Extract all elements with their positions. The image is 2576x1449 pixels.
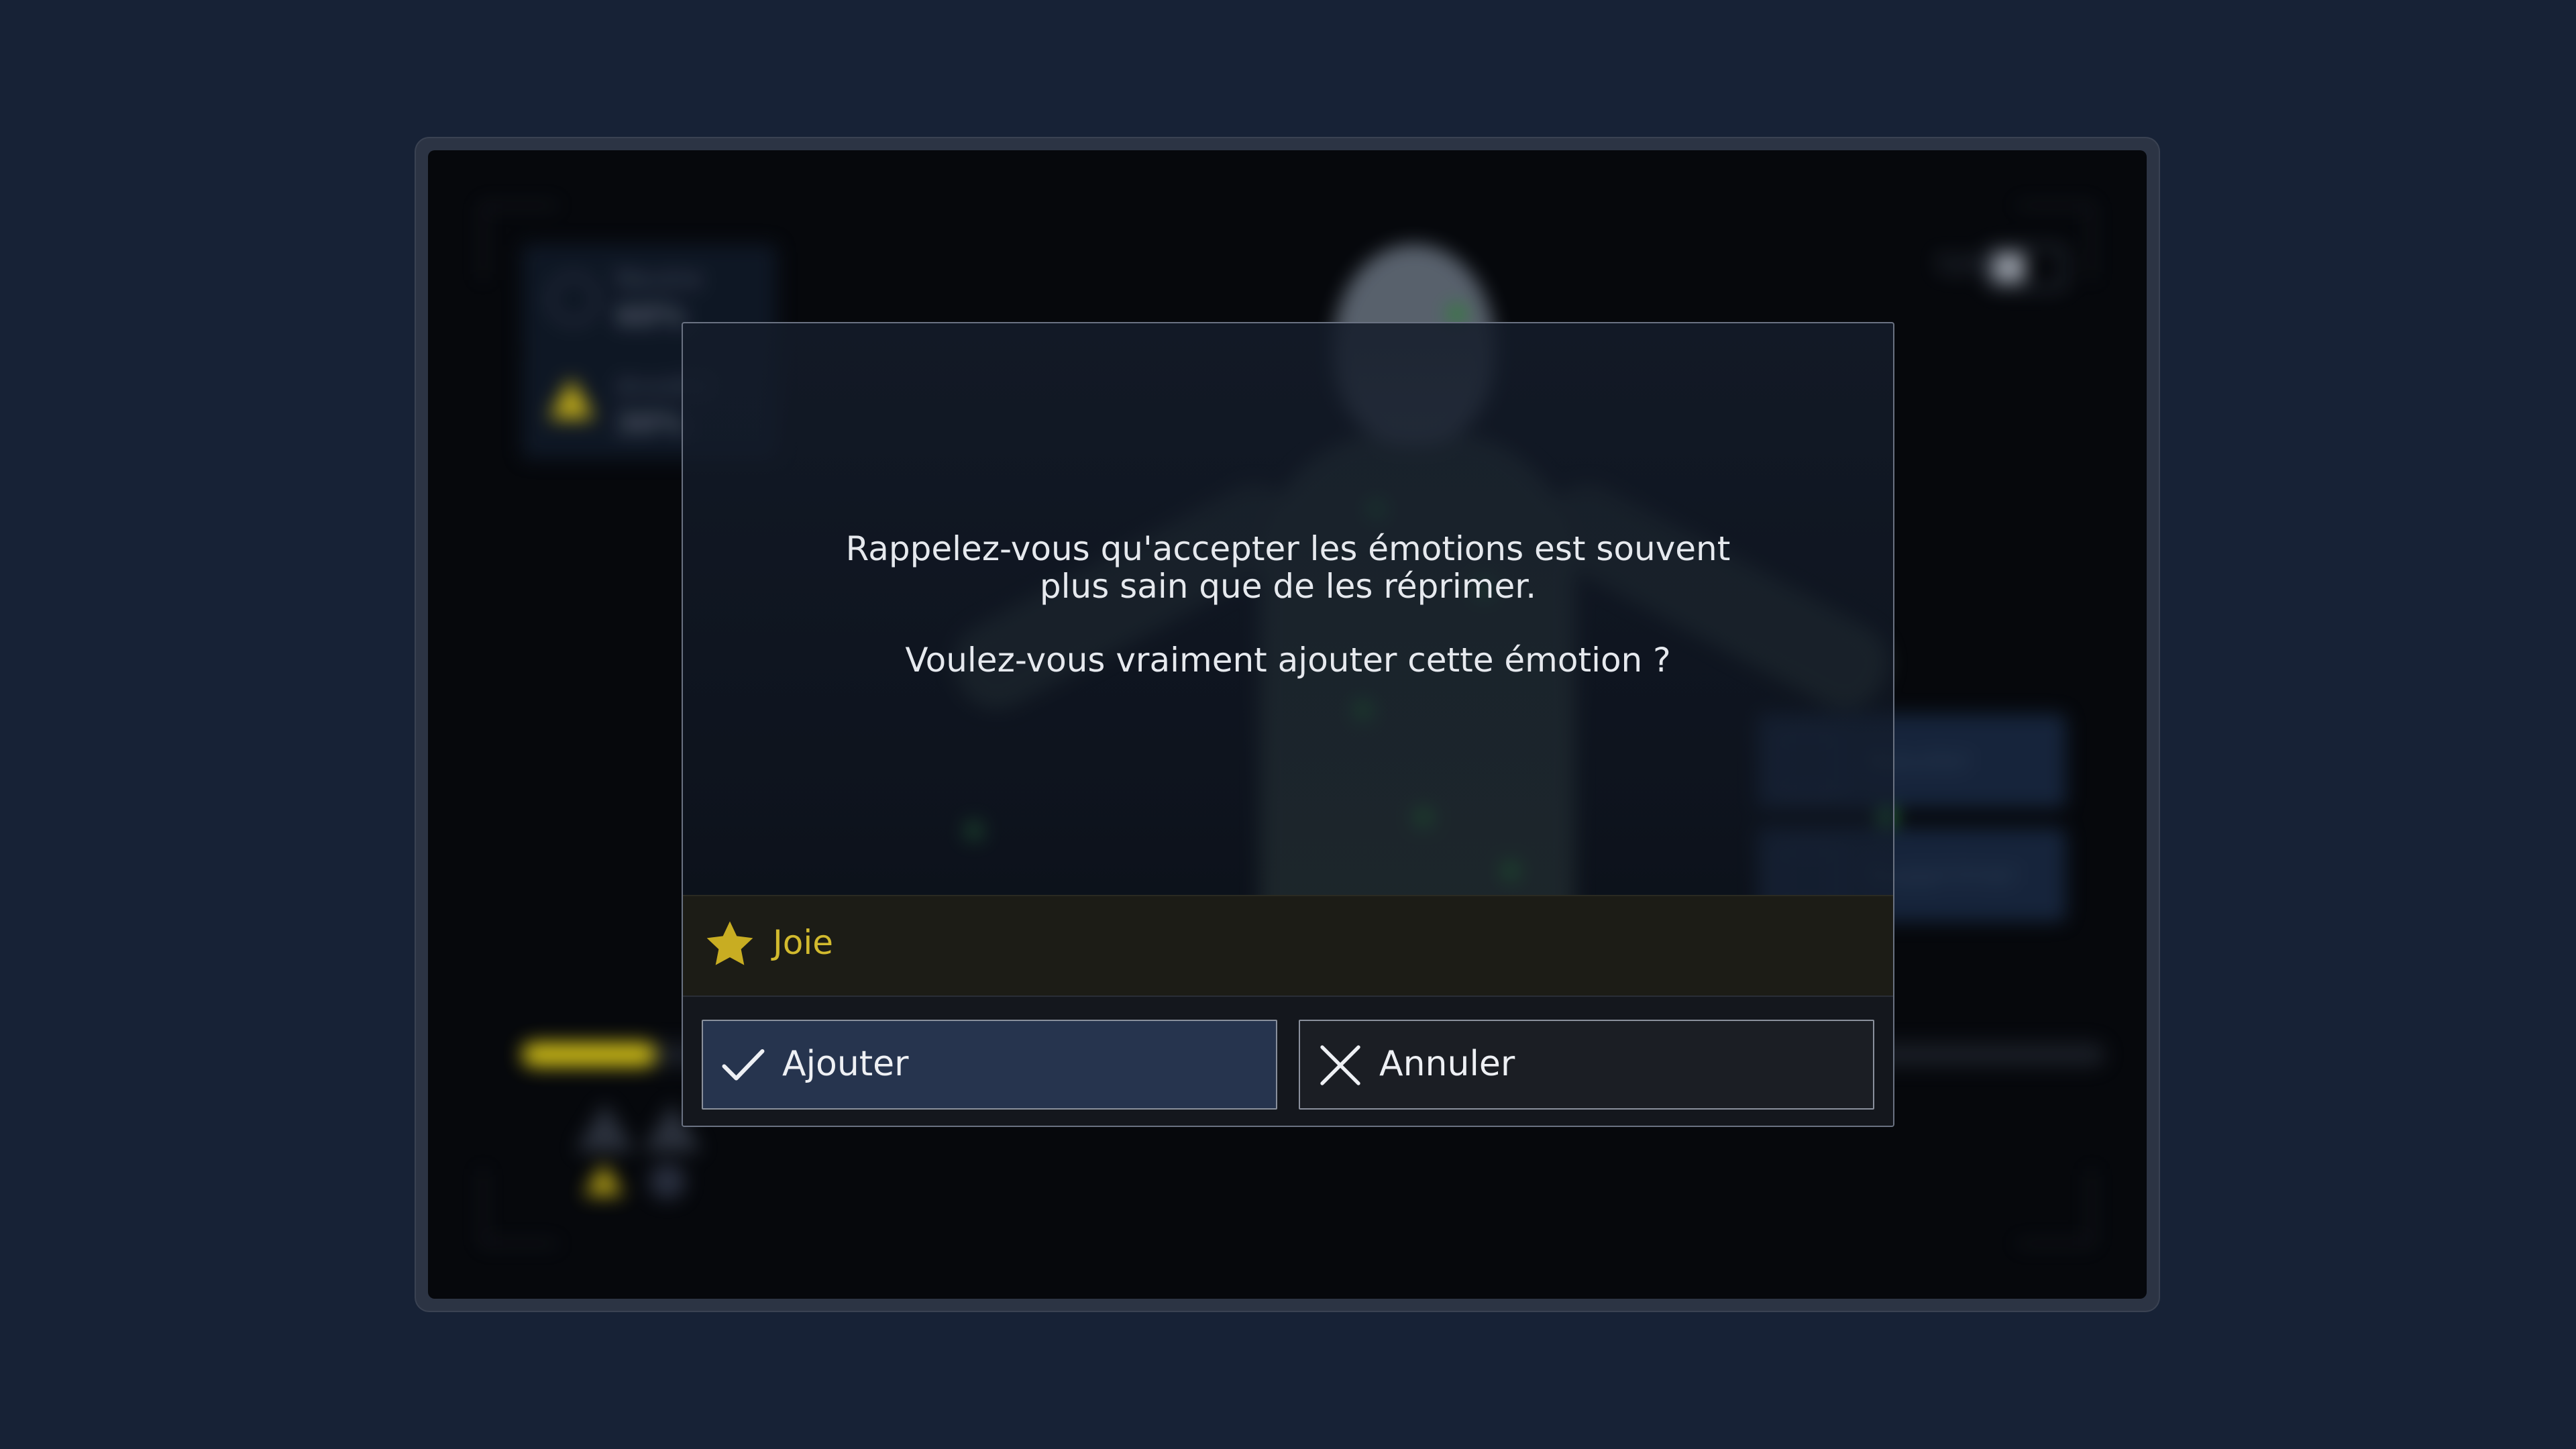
star-icon	[706, 921, 753, 965]
stat-label: Neutre	[616, 264, 702, 294]
confirm-dialog: Rappelez-vous qu'accepter les émotions e…	[682, 322, 1894, 1127]
dialog-question-text: Voulez-vous vraiment ajouter cette émoti…	[905, 641, 1671, 680]
neutral-icon	[649, 1163, 686, 1199]
stat-value: 60%	[616, 299, 687, 333]
battery-percent: 72%	[1933, 251, 1992, 282]
warning-icon	[584, 1163, 624, 1195]
sensation-point	[1448, 305, 1466, 323]
check-icon	[722, 1049, 765, 1081]
emotion-label: Joie	[773, 923, 833, 962]
warning-icon	[549, 378, 594, 419]
add-button-label: Ajouter	[782, 1044, 909, 1084]
dialog-reminder-text: Rappelez-vous qu'accepter les émotions e…	[845, 529, 1731, 606]
selected-emotion: Joie	[683, 895, 1893, 997]
battery-icon	[1986, 246, 2066, 290]
cancel-button-label: Annuler	[1379, 1044, 1515, 1084]
add-button[interactable]: Ajouter	[702, 1020, 1277, 1110]
dialog-actions: Ajouter Annuler	[683, 996, 1893, 1126]
neutral-icon	[549, 274, 598, 324]
cancel-button[interactable]: Annuler	[1299, 1020, 1874, 1110]
close-icon	[1320, 1045, 1360, 1085]
stat-value: 30%	[616, 407, 687, 441]
frame-corner	[2017, 1169, 2093, 1245]
dialog-message: Rappelez-vous qu'accepter les émotions e…	[683, 530, 1893, 679]
intensity-bar-fill	[522, 1042, 656, 1067]
mountain-icon	[576, 1103, 635, 1151]
frame-corner	[482, 1169, 558, 1245]
